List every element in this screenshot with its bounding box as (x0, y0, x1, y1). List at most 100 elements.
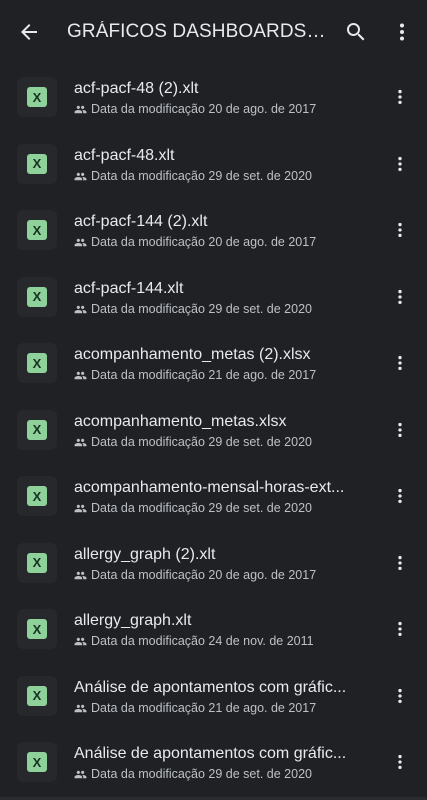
more-vert-icon (398, 289, 402, 304)
shared-people-icon (74, 105, 87, 114)
shared-people-icon (74, 371, 87, 380)
file-thumbnail: X (17, 409, 57, 450)
shared-people-icon (74, 504, 87, 513)
file-texts: Análise de apontamentos com gráfic... Da… (74, 744, 370, 782)
file-texts: acf-pacf-144 (2).xlt Data da modificação… (74, 212, 370, 250)
file-thumbnail: X (17, 210, 57, 250)
file-modified-date: Data da modificação 20 de ago. de 2017 (91, 102, 317, 116)
file-row[interactable]: X acf-pacf-48 (2).xlt Data da modificaçã… (0, 64, 427, 131)
file-meta: Data da modificação 21 de ago. de 2017 (74, 701, 370, 716)
file-row[interactable]: X acf-pacf-144.xlt Data da modificação 2… (0, 264, 427, 331)
file-more-button[interactable] (386, 148, 414, 180)
file-more-button[interactable] (386, 347, 414, 379)
file-name: acf-pacf-144.xlt (74, 279, 184, 297)
file-more-button[interactable] (386, 281, 414, 313)
file-thumbnail: X (17, 542, 57, 583)
file-modified-date: Data da modificação 21 de ago. de 2017 (91, 700, 317, 715)
file-meta: Data da modificação 21 de ago. de 2017 (74, 368, 370, 383)
file-meta: Data da modificação 29 de set. de 2020 (74, 767, 370, 782)
top-app-bar: GRÁFICOS DASHBOARDS D... (0, 0, 427, 64)
file-row[interactable]: X acompanhamento_metas (2).xlsx Data da … (0, 330, 427, 397)
file-row[interactable]: X acf-pacf-144 (2).xlt Data da modificaç… (0, 197, 427, 264)
file-meta: Data da modificação 29 de set. de 2020 (74, 435, 370, 450)
file-texts: acompanhamento_metas.xlsx Data da modifi… (74, 412, 370, 450)
file-thumbnail: X (17, 476, 57, 516)
excel-file-icon: X (27, 87, 47, 107)
file-row[interactable]: X allergy_graph.xlt Data da modificação … (0, 596, 427, 663)
file-more-button[interactable] (386, 480, 414, 512)
file-texts: Análise de apontamentos com gráfic... Da… (74, 678, 370, 716)
file-name: Análise de apontamentos com gráfic... (74, 745, 347, 762)
more-vert-icon (398, 355, 402, 371)
more-vert-icon (398, 222, 402, 238)
file-name: allergy_graph (2).xlt (74, 545, 216, 563)
file-modified-date: Data da modificação 20 de ago. de 2017 (91, 567, 317, 582)
more-vert-icon (398, 488, 402, 504)
more-vert-icon (400, 23, 404, 41)
back-button[interactable] (5, 8, 53, 56)
file-row[interactable]: X acf-pacf-48.xlt Data da modificação 29… (0, 131, 427, 198)
folder-title: GRÁFICOS DASHBOARDS D... (67, 21, 328, 42)
file-modified-date: Data da modificação 20 de ago. de 2017 (91, 235, 317, 249)
shared-people-icon (74, 172, 87, 180)
file-texts: acompanhamento-mensal-horas-ext... Data … (74, 478, 370, 516)
file-modified-date: Data da modificação 29 de set. de 2020 (91, 767, 312, 781)
file-thumbnail: X (17, 143, 57, 184)
excel-file-icon: X (27, 220, 47, 240)
file-more-button[interactable] (386, 414, 414, 446)
file-thumbnail: X (17, 609, 57, 649)
search-icon (347, 23, 365, 41)
file-meta: Data da modificação 20 de ago. de 2017 (74, 102, 370, 117)
file-name: acf-pacf-144 (2).xlt (74, 213, 208, 230)
file-more-button[interactable] (386, 746, 414, 778)
file-name: acf-pacf-48 (2).xlt (74, 80, 199, 97)
file-name: acompanhamento_metas (2).xlsx (74, 346, 311, 363)
file-modified-date: Data da modificação 29 de set. de 2020 (91, 301, 312, 316)
file-meta: Data da modificação 29 de set. de 2020 (74, 501, 370, 516)
more-vert-icon (398, 555, 402, 570)
file-texts: acompanhamento_metas (2).xlsx Data da mo… (74, 345, 370, 383)
file-thumbnail: X (17, 276, 57, 317)
shared-people-icon (74, 438, 87, 446)
file-meta: Data da modificação 20 de ago. de 2017 (74, 568, 370, 583)
file-row[interactable]: X Análise de apontamentos com gráfic... … (0, 729, 427, 796)
file-more-button[interactable] (386, 214, 414, 246)
excel-file-icon: X (27, 419, 47, 440)
file-name: acompanhamento-mensal-horas-ext... (74, 479, 345, 496)
file-more-button[interactable] (386, 613, 414, 645)
file-meta: Data da modificação 24 de nov. de 2011 (74, 634, 370, 649)
file-thumbnail: X (17, 77, 57, 117)
file-name: acompanhamento_metas.xlsx (74, 412, 287, 430)
shared-people-icon (74, 238, 87, 247)
shared-people-icon (74, 704, 87, 712)
file-row[interactable]: X acompanhamento-mensal-horas-ext... Dat… (0, 463, 427, 530)
more-vert-icon (398, 156, 402, 171)
excel-file-icon: X (27, 353, 47, 373)
file-meta: Data da modificação 29 de set. de 2020 (74, 169, 370, 184)
file-thumbnail: X (17, 343, 57, 383)
file-meta: Data da modificação 20 de ago. de 2017 (74, 235, 370, 250)
overflow-menu-button[interactable] (380, 8, 424, 56)
file-modified-date: Data da modificação 24 de nov. de 2011 (91, 634, 314, 648)
excel-file-icon: X (27, 286, 47, 307)
file-row[interactable]: X Análise de apontamentos com gráfic... … (0, 663, 427, 730)
file-name: acf-pacf-48.xlt (74, 146, 175, 164)
file-row[interactable]: X acompanhamento_metas.xlsx Data da modi… (0, 397, 427, 464)
drive-folder-screen: GRÁFICOS DASHBOARDS D... X acf-pacf-48 (… (0, 0, 427, 800)
excel-file-icon: X (27, 619, 47, 639)
search-button[interactable] (332, 8, 380, 56)
file-more-button[interactable] (386, 81, 414, 113)
excel-file-icon: X (27, 752, 47, 772)
file-more-button[interactable] (386, 680, 414, 712)
file-texts: allergy_graph (2).xlt Data da modificaçã… (74, 545, 370, 583)
shared-people-icon (74, 305, 87, 313)
excel-file-icon: X (27, 153, 47, 174)
excel-file-icon: X (27, 486, 47, 506)
file-row[interactable]: X allergy_graph (2).xlt Data da modifica… (0, 530, 427, 597)
file-more-button[interactable] (386, 547, 414, 579)
file-name: Análise de apontamentos com gráfic... (74, 678, 347, 696)
file-texts: acf-pacf-48.xlt Data da modificação 29 d… (74, 146, 370, 184)
file-name: allergy_graph.xlt (74, 612, 192, 629)
more-vert-icon (398, 422, 402, 437)
more-vert-icon (398, 754, 402, 770)
